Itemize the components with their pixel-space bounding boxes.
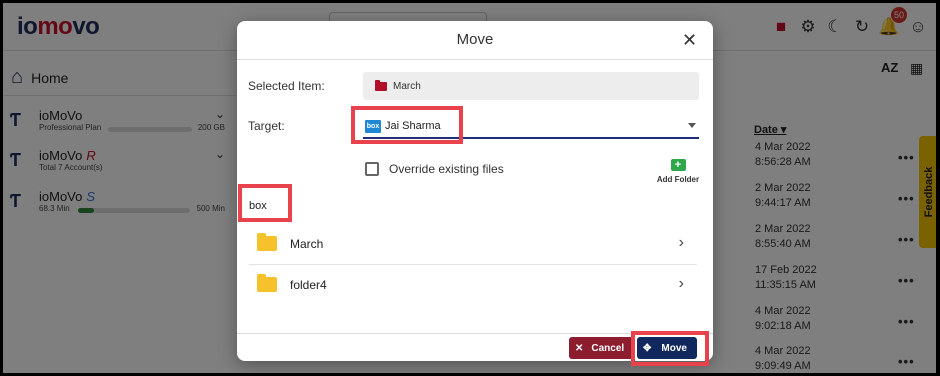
move-dialog: Move ✕ Selected Item: March Target: box … (237, 21, 713, 366)
add-folder-label: Add Folder (656, 175, 700, 184)
folder-icon (257, 274, 277, 292)
add-folder-button[interactable]: + Add Folder (653, 155, 703, 184)
folder-row[interactable]: March › (249, 225, 697, 265)
app-frame: iomovo ■ ⚙ ☾ ↻ 🔔 50 ☺ ⌂ Home Ƭ ioMoVo Pr… (3, 3, 936, 373)
target-label: Target: (248, 119, 285, 133)
highlight-breadcrumb (238, 184, 292, 222)
dropdown-caret-icon[interactable] (688, 123, 696, 128)
dialog-title: Move (456, 31, 494, 48)
cancel-button[interactable]: ✕ Cancel (569, 337, 633, 359)
add-folder-icon: + (670, 159, 686, 171)
folder-row[interactable]: folder4 › (249, 266, 697, 306)
chevron-right-icon[interactable]: › (679, 275, 684, 293)
highlight-target (351, 106, 463, 144)
chevron-right-icon[interactable]: › (679, 234, 684, 252)
close-icon[interactable]: ✕ (682, 30, 697, 51)
selected-item-label: Selected Item: (248, 79, 325, 93)
override-label: Override existing files (389, 162, 504, 176)
folder-icon (257, 233, 277, 251)
highlight-move (631, 331, 709, 366)
selected-item-field: March (363, 72, 699, 100)
override-checkbox[interactable] (365, 162, 379, 176)
dialog-header-divider (237, 59, 713, 60)
folder-icon (375, 79, 387, 91)
folder-name: March (290, 237, 324, 251)
cancel-label: Cancel (591, 342, 625, 354)
folder-name: folder4 (290, 278, 327, 292)
override-option[interactable]: Override existing files (365, 162, 504, 176)
close-icon: ✕ (575, 342, 584, 354)
selected-item-value: March (393, 80, 421, 92)
